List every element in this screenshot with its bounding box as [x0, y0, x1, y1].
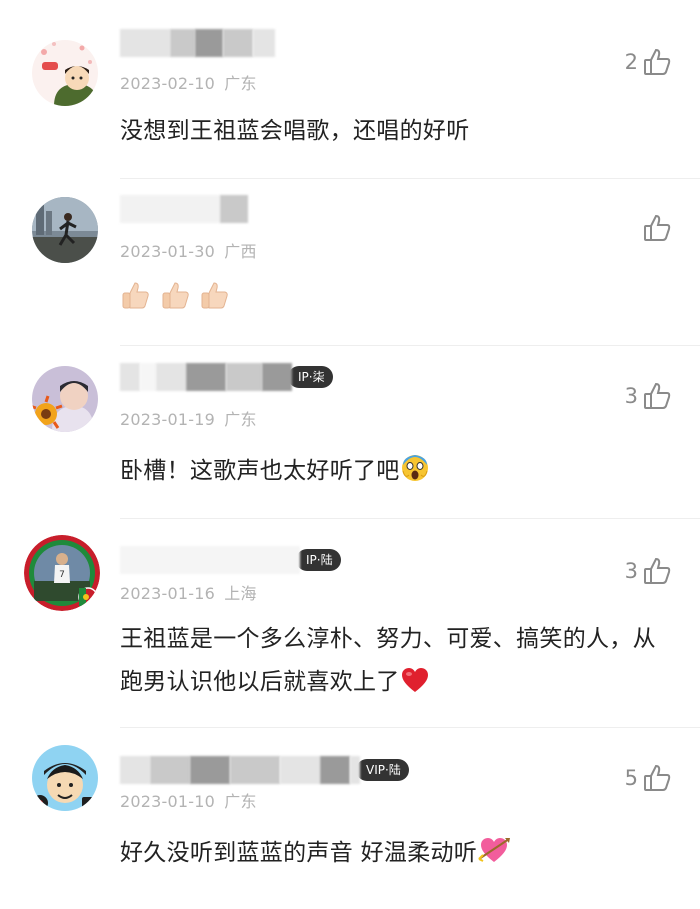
comment-location: 广东 [224, 792, 257, 811]
avatar[interactable]: 7 [24, 535, 100, 611]
comment-location: 广西 [224, 242, 257, 261]
svg-text:7: 7 [59, 570, 65, 580]
thumbs-up-icon [644, 764, 671, 791]
thumbs-up-icon [644, 48, 671, 75]
username-redacted[interactable]: VIP·陆 [120, 755, 409, 785]
comment-text: 卧槽！这歌声也太好听了吧 [120, 450, 665, 493]
username-redacted[interactable] [120, 28, 275, 58]
comment-meta: 2023-01-19 广东 [120, 406, 257, 430]
comment-date: 2023-01-10 [120, 792, 215, 811]
screaming-face-emoji [401, 455, 428, 481]
comment-meta: 2023-02-10 广东 [120, 70, 257, 94]
comment-text: 没想到王祖蓝会唱歌，还唱的好听 [120, 118, 470, 144]
comment-meta: 2023-01-16 上海 [120, 580, 257, 604]
like-count: 3 [624, 384, 638, 408]
comment-location: 上海 [224, 584, 257, 603]
divider [120, 178, 700, 179]
like-button[interactable]: 3 [625, 555, 672, 587]
thumbs-up-icon [644, 382, 671, 409]
like-count: 5 [624, 766, 638, 790]
divider [120, 345, 700, 346]
vip-badge: IP·陆 [296, 549, 341, 571]
like-button[interactable] [638, 212, 672, 244]
like-count: 3 [624, 559, 638, 583]
comment-meta: 2023-01-30 广西 [120, 238, 257, 262]
vip-badge: VIP·陆 [356, 759, 409, 781]
avatar[interactable] [32, 366, 98, 432]
like-button[interactable]: 2 [625, 46, 672, 78]
comment-text: 好久没听到蓝蓝的声音 好温柔动听 [120, 832, 665, 875]
like-count: 2 [624, 50, 638, 74]
thumbs-up-icon [644, 214, 671, 241]
vip-badge: IP·柒 [288, 366, 333, 388]
comment-date: 2023-01-16 [120, 584, 215, 603]
thumbs-up-icon [644, 557, 671, 584]
red-heart-emoji [401, 668, 428, 692]
avatar[interactable] [32, 197, 98, 263]
username-redacted[interactable]: IP·陆 [120, 545, 341, 575]
comment-text: 王祖蓝是一个多么淳朴、努力、可爱、搞笑的人，从跑男认识他以后就喜欢上了 [120, 626, 656, 695]
like-button[interactable]: 3 [625, 380, 672, 412]
thumbs-up-emoji [162, 282, 189, 309]
heart-with-arrow-emoji [478, 838, 511, 862]
comment-location: 广东 [224, 410, 257, 429]
avatar[interactable] [32, 745, 98, 811]
avatar[interactable] [32, 40, 98, 106]
comment-text [120, 278, 665, 321]
divider [120, 727, 700, 728]
divider [120, 518, 700, 519]
username-redacted[interactable] [120, 194, 248, 224]
like-button[interactable]: 5 [625, 762, 672, 794]
thumbs-up-emoji [201, 282, 228, 309]
comment-list: 2023-02-10 广东 没想到王祖蓝会唱歌，还唱的好听 2 2023-01-… [0, 0, 700, 909]
username-redacted[interactable]: IP·柒 [120, 362, 333, 392]
comment-date: 2023-01-19 [120, 410, 215, 429]
comment-location: 广东 [224, 74, 257, 93]
comment-date: 2023-01-30 [120, 242, 215, 261]
thumbs-up-emoji [122, 282, 149, 309]
comment-date: 2023-02-10 [120, 74, 215, 93]
comment-meta: 2023-01-10 广东 [120, 788, 257, 812]
